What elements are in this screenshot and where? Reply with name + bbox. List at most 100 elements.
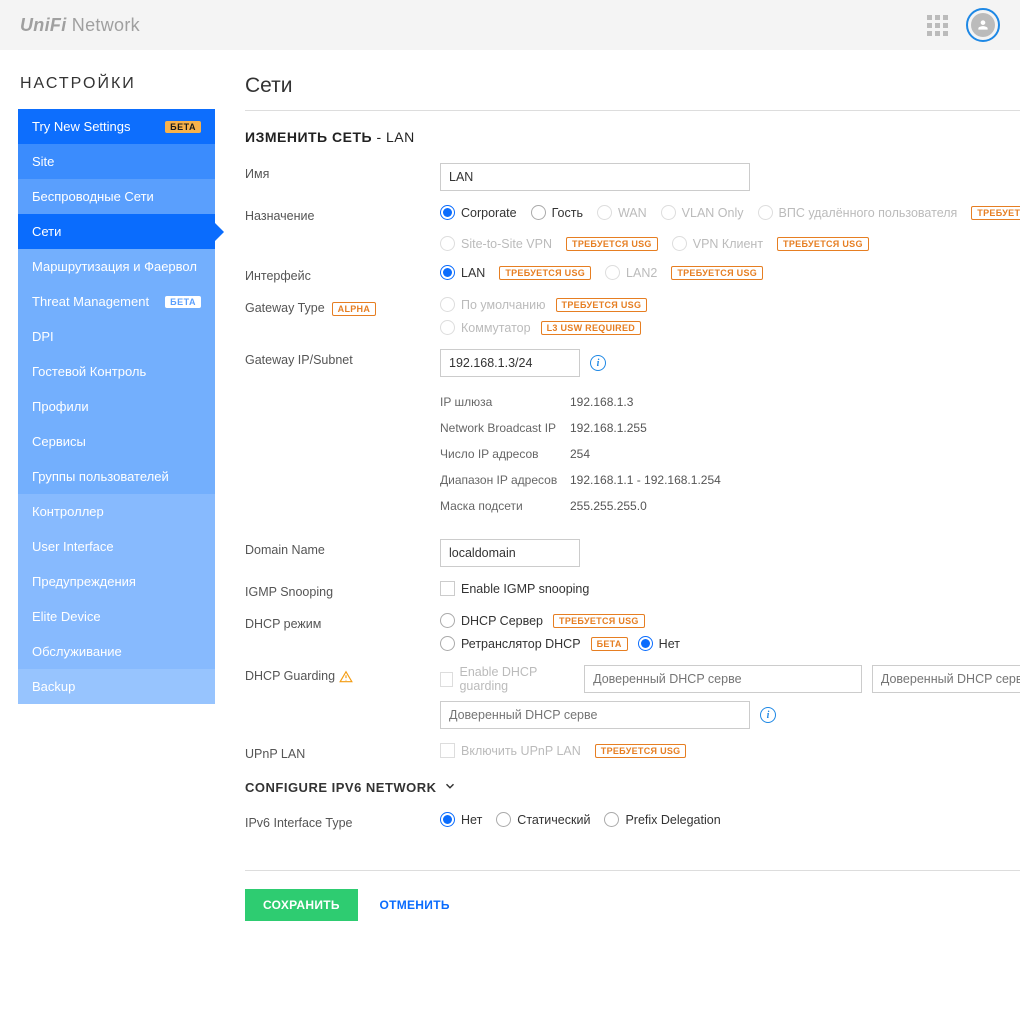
sidebar-item-label: Группы пользователей	[32, 469, 169, 484]
trusted-dhcp-3	[440, 701, 750, 729]
user-avatar[interactable]	[966, 8, 1000, 42]
dhcp-relay[interactable]: Ретранслятор DHCP	[440, 636, 581, 651]
brand-logo: UniFi Network	[20, 15, 140, 36]
upnp-checkbox: Включить UPnP LAN	[440, 743, 581, 758]
sidebar-item-label: Маршрутизация и Фаервол	[32, 259, 197, 274]
gw-default: По умолчанию	[440, 297, 546, 312]
sidebar-item-3[interactable]: Сети	[18, 214, 215, 249]
sidebar-item-label: Сети	[32, 224, 61, 239]
label-dhcp-guard: DHCP Guarding	[245, 665, 440, 684]
sidebar-item-11[interactable]: Контроллер	[18, 494, 215, 529]
sidebar-item-label: Гостевой Контроль	[32, 364, 146, 379]
sidebar-item-label: Обслуживание	[32, 644, 122, 659]
purpose-wan: WAN	[597, 205, 647, 220]
beta-badge: БЕТА	[165, 121, 201, 133]
label-upnp: UPnP LAN	[245, 743, 440, 761]
sidebar-item-5[interactable]: Threat Management БЕТА	[18, 284, 215, 319]
ipinfo-count-value: 254	[570, 447, 590, 461]
edit-network-title: ИЗМЕНИТЬ СЕТЬ - LAN	[245, 129, 1020, 145]
chevron-down-icon	[443, 779, 457, 796]
ipinfo-gw-label: IP шлюза	[440, 395, 570, 409]
igmp-checkbox[interactable]: Enable IGMP snooping	[440, 581, 589, 596]
ipinfo-range-label: Диапазон IP адресов	[440, 473, 570, 487]
interface-lan2: LAN2	[605, 265, 657, 280]
l3-tag: L3 USW REQUIRED	[541, 321, 642, 335]
interface-lan[interactable]: LAN	[440, 265, 485, 280]
beta-badge: БЕТА	[165, 296, 201, 308]
sidebar-item-label: Threat Management	[32, 294, 149, 309]
label-domain: Domain Name	[245, 539, 440, 557]
label-purpose: Назначение	[245, 205, 440, 223]
sidebar-title: НАСТРОЙКИ	[18, 75, 215, 93]
label-dhcp-mode: DHCP режим	[245, 613, 440, 631]
sidebar-item-14[interactable]: Elite Device	[18, 599, 215, 634]
ipinfo-range-value: 192.168.1.1 - 192.168.1.254	[570, 473, 721, 487]
top-bar: UniFi Network	[0, 0, 1020, 50]
network-name-input[interactable]	[440, 163, 750, 191]
usg-tag: ТРЕБУЕТСЯ USG	[671, 266, 763, 280]
purpose-guest[interactable]: Гость	[531, 205, 583, 220]
ipinfo-bcast-label: Network Broadcast IP	[440, 421, 570, 435]
sidebar-item-label: Беспроводные Сети	[32, 189, 154, 204]
sidebar-item-1[interactable]: Site	[18, 144, 215, 179]
ipinfo-bcast-value: 192.168.1.255	[570, 421, 647, 435]
ipinfo-mask-label: Маска подсети	[440, 499, 570, 513]
dhcp-guard-checkbox: Enable DHCP guarding	[440, 665, 574, 693]
sidebar-item-0[interactable]: Try New Settings БЕТА	[18, 109, 215, 144]
purpose-site-to-site: Site-to-Site VPN	[440, 236, 552, 251]
dhcp-none[interactable]: Нет	[638, 636, 680, 651]
purpose-corporate[interactable]: Corporate	[440, 205, 517, 220]
sidebar-item-9[interactable]: Сервисы	[18, 424, 215, 459]
label-gw-ip: Gateway IP/Subnet	[245, 349, 440, 367]
usg-tag: ТРЕБУЕТСЯ USG	[566, 237, 658, 251]
label-gateway-type: Gateway Type ALPHA	[245, 297, 440, 315]
page-title: Сети	[245, 74, 1020, 111]
sidebar-item-4[interactable]: Маршрутизация и Фаервол	[18, 249, 215, 284]
ipv6-static[interactable]: Статический	[496, 812, 590, 827]
label-igmp: IGMP Snooping	[245, 581, 440, 599]
sidebar-item-16[interactable]: Backup	[18, 669, 215, 704]
save-button[interactable]: СОХРАНИТЬ	[245, 889, 358, 921]
cancel-button[interactable]: ОТМЕНИТЬ	[361, 889, 467, 921]
domain-name-input[interactable]	[440, 539, 580, 567]
sidebar-item-15[interactable]: Обслуживание	[18, 634, 215, 669]
sidebar-item-label: User Interface	[32, 539, 114, 554]
ipinfo-mask-value: 255.255.255.0	[570, 499, 647, 513]
dhcp-server[interactable]: DHCP Сервер	[440, 613, 543, 628]
purpose-remote-vpn: ВПС удалённого пользователя	[758, 205, 958, 220]
sidebar-item-label: Backup	[32, 679, 75, 694]
sidebar-item-13[interactable]: Предупреждения	[18, 564, 215, 599]
sidebar-item-label: Предупреждения	[32, 574, 136, 589]
sidebar-item-8[interactable]: Профили	[18, 389, 215, 424]
label-interface: Интерфейс	[245, 265, 440, 283]
sidebar-item-label: Elite Device	[32, 609, 101, 624]
sidebar-item-label: Try New Settings	[32, 119, 131, 134]
apps-icon[interactable]	[927, 15, 948, 36]
usg-tag: ТРЕБУЕТСЯ USG	[971, 206, 1020, 220]
purpose-vpn-client: VPN Клиент	[672, 236, 763, 251]
usg-tag: ТРЕБУЕТСЯ USG	[499, 266, 591, 280]
trusted-dhcp-2	[872, 665, 1020, 693]
ipv6-prefix[interactable]: Prefix Delegation	[604, 812, 720, 827]
ipinfo-count-label: Число IP адресов	[440, 447, 570, 461]
sidebar-item-6[interactable]: DPI	[18, 319, 215, 354]
sidebar-item-12[interactable]: User Interface	[18, 529, 215, 564]
usg-tag: ТРЕБУЕТСЯ USG	[556, 298, 648, 312]
gw-switch: Коммутатор	[440, 320, 531, 335]
info-icon[interactable]: i	[760, 707, 776, 723]
warning-icon	[339, 669, 353, 684]
usg-tag: ТРЕБУЕТСЯ USG	[595, 744, 687, 758]
ipv6-none[interactable]: Нет	[440, 812, 482, 827]
sidebar-item-7[interactable]: Гостевой Контроль	[18, 354, 215, 389]
gateway-ip-input[interactable]	[440, 349, 580, 377]
main-content: Сети ИЗМЕНИТЬ СЕТЬ - LAN Имя Назначение …	[215, 50, 1020, 961]
usg-tag: ТРЕБУЕТСЯ USG	[777, 237, 869, 251]
info-icon[interactable]: i	[590, 355, 606, 371]
sidebar-item-2[interactable]: Беспроводные Сети	[18, 179, 215, 214]
sidebar-item-label: Профили	[32, 399, 89, 414]
beta-tag: БЕТА	[591, 637, 628, 651]
label-ipv6-type: IPv6 Interface Type	[245, 812, 440, 830]
sidebar-item-10[interactable]: Группы пользователей	[18, 459, 215, 494]
ipv6-section-toggle[interactable]: CONFIGURE IPV6 NETWORK	[245, 779, 1020, 796]
purpose-vlan-only: VLAN Only	[661, 205, 744, 220]
